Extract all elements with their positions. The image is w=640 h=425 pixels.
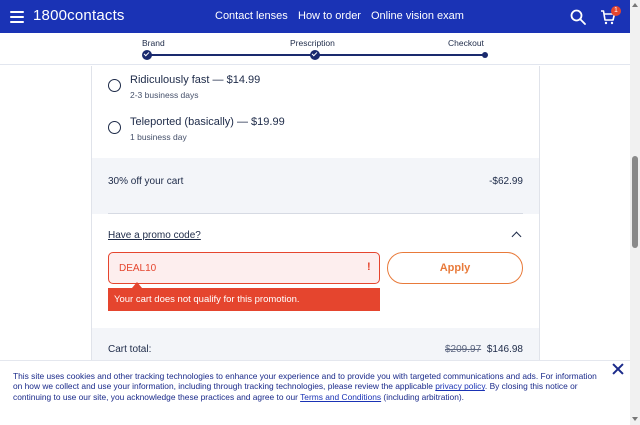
search-icon[interactable] (570, 9, 586, 25)
promo-error-message: Your cart does not qualify for this prom… (108, 288, 380, 311)
promo-code-toggle[interactable]: Have a promo code? (108, 230, 201, 241)
logo[interactable]: 1800contacts (33, 7, 125, 24)
nav-contact-lenses[interactable]: Contact lenses (215, 10, 288, 22)
scroll-up-arrow-icon[interactable] (632, 3, 638, 7)
cart-count-badge: 1 (611, 6, 621, 16)
cart-total-label: Cart total: (108, 344, 152, 355)
cookie-banner: This site uses cookies and other trackin… (0, 360, 630, 425)
shipping-option-title: Ridiculously fast — $14.99 (130, 74, 261, 86)
cookie-notice-text: This site uses cookies and other trackin… (13, 371, 597, 402)
nav-how-to-order[interactable]: How to order (298, 10, 361, 22)
radio-button[interactable] (108, 79, 121, 92)
nav-online-vision-exam[interactable]: Online vision exam (371, 10, 464, 22)
discount-label: 30% off your cart (108, 176, 184, 187)
order-summary-panel: Ridiculously fast — $14.99 2-3 business … (91, 66, 540, 360)
step-brand-check-icon (142, 49, 152, 60)
step-prescription-label[interactable]: Prescription (290, 38, 335, 48)
chevron-up-icon[interactable] (511, 231, 522, 242)
shipping-option-title: Teleported (basically) — $19.99 (130, 116, 285, 128)
privacy-policy-link[interactable]: privacy policy (435, 381, 485, 391)
discounted-total: $146.98 (486, 344, 523, 355)
terms-link[interactable]: Terms and Conditions (300, 392, 381, 402)
radio-button[interactable] (108, 121, 121, 134)
step-brand-label[interactable]: Brand (142, 38, 165, 48)
promo-code-input[interactable] (108, 252, 380, 284)
apply-promo-button[interactable]: Apply (387, 252, 523, 284)
discount-value: -$62.99 (489, 176, 523, 187)
step-checkout-dot-icon (482, 52, 488, 58)
original-total: $209.97 (445, 344, 482, 355)
scrollbar-thumb[interactable] (632, 156, 638, 248)
shipping-option-subtitle: 2-3 business days (130, 90, 199, 100)
divider (108, 213, 523, 214)
top-nav-bar: 1800contacts Contact lenses How to order… (0, 0, 630, 33)
close-icon[interactable] (611, 362, 625, 376)
alert-icon: ! (367, 261, 371, 273)
page-scrollbar[interactable] (630, 0, 640, 425)
shipping-option-subtitle: 1 business day (130, 132, 187, 142)
scroll-down-arrow-icon[interactable] (632, 417, 638, 421)
menu-icon[interactable] (10, 11, 24, 23)
step-checkout-label: Checkout (448, 38, 484, 48)
step-prescription-check-icon (310, 49, 320, 60)
